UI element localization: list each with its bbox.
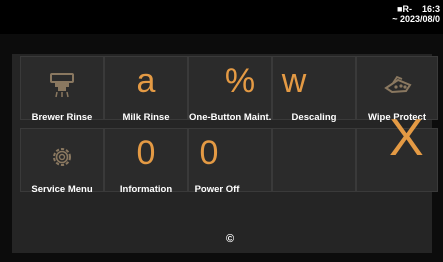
status-bar: ■R- 16:3 ~ 2023/08/0 [0,0,443,34]
descaling-icon: w [281,62,307,100]
gear-icon [53,148,71,166]
empty-tile [272,128,356,192]
wipe-protect-icon [384,75,412,94]
status-line-2: ~ 2023/08/0 [392,14,440,24]
descaling-button[interactable]: w Descaling [272,56,356,123]
one-button-maint-label: One-Button Maint. [189,112,272,123]
one-button-maint-icon: % [224,62,256,100]
service-menu-button[interactable]: Service Menu [20,128,104,195]
brewer-rinse-button[interactable]: Brewer Rinse [20,56,104,123]
one-button-maint-button[interactable]: % One-Button Maint. [188,56,272,123]
brewer-rinse-label: Brewer Rinse [31,112,93,123]
information-label: Information [119,184,173,195]
service-menu-label: Service Menu [31,184,93,195]
power-off-icon: 0 [199,134,219,172]
screen: ■R- 16:3 ~ 2023/08/0 Brewer Rinse a Milk… [0,0,443,262]
information-button[interactable]: 0 Information [104,128,188,195]
status-text: ■R- 16:3 ~ 2023/08/0 [392,4,440,24]
milk-rinse-label: Milk Rinse [122,112,170,123]
descaling-label: Descaling [291,112,337,123]
milk-rinse-button[interactable]: a Milk Rinse [104,56,188,123]
information-icon: 0 [136,134,156,172]
copyright-icon: © [226,233,235,245]
power-off-label: Power Off [194,184,240,195]
close-x-icon[interactable]: X [389,110,424,166]
brewer-rinse-icon [50,73,74,98]
power-off-button[interactable]: 0 Power Off [188,128,272,195]
status-line-1: ■R- 16:3 [397,4,440,14]
milk-rinse-icon: a [136,62,156,100]
